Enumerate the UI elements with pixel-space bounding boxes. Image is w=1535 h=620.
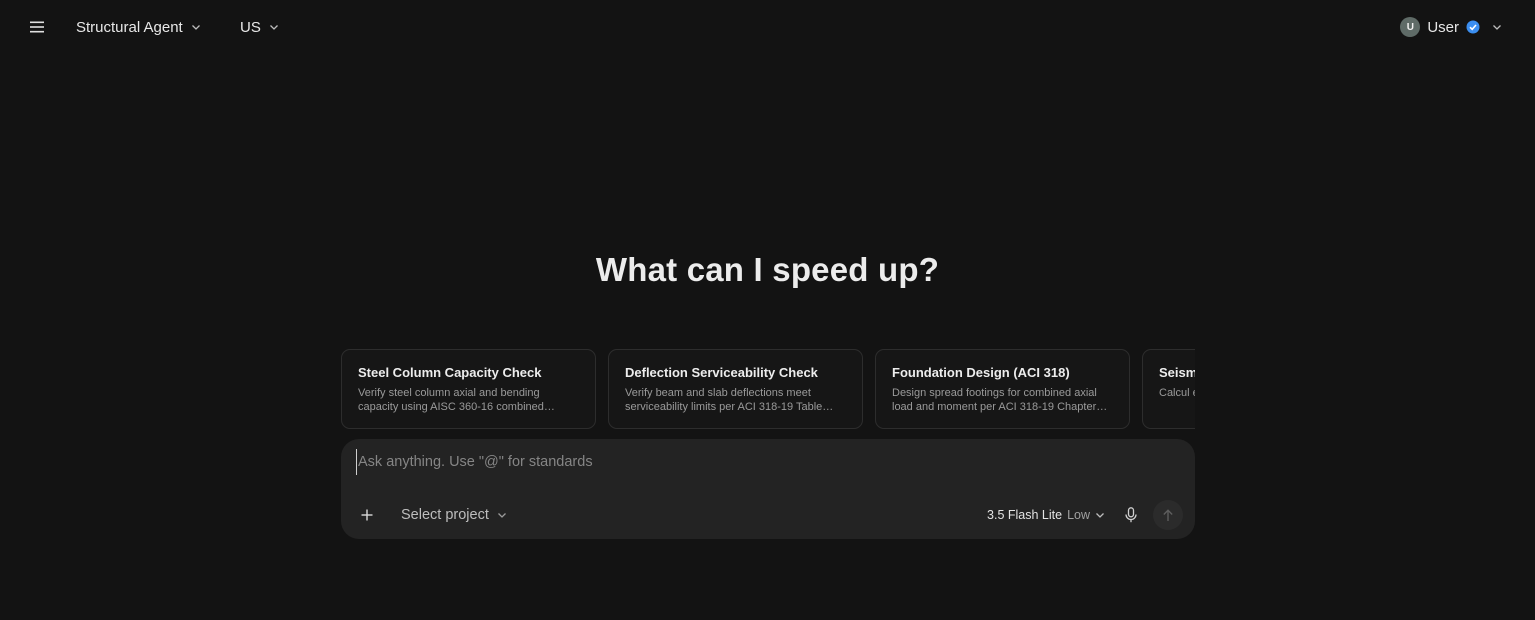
chevron-down-icon	[191, 25, 200, 30]
suggestion-card-deflection[interactable]: Deflection Serviceability Check Verify b…	[608, 349, 863, 429]
chevron-down-icon	[269, 25, 278, 30]
chat-composer: Select project 3.5 Flash Lite Low	[341, 439, 1195, 539]
project-selector[interactable]: Select project	[401, 504, 507, 526]
arrow-up-icon	[1163, 508, 1173, 521]
model-name: 3.5 Flash Lite	[987, 508, 1063, 522]
model-selector[interactable]: 3.5 Flash Lite Low	[987, 504, 1105, 526]
suggestion-card-title: Steel Column Capacity Check	[358, 365, 542, 380]
suggestion-card-seismic[interactable]: Seism Calcul equiva	[1142, 349, 1195, 429]
suggestion-card-description: Verify beam and slab deflections meet se…	[625, 387, 834, 413]
suggestion-card-title: Deflection Serviceability Check	[625, 365, 818, 380]
chevron-down-icon	[1493, 25, 1501, 30]
voice-input-button[interactable]	[1120, 504, 1142, 526]
add-attachment-button[interactable]	[357, 505, 377, 525]
suggestion-card-description: Verify steel column axial and bending ca…	[358, 387, 555, 413]
page-heading: What can I speed up?	[595, 251, 940, 288]
menu-button[interactable]	[26, 15, 48, 39]
suggestion-card-foundation[interactable]: Foundation Design (ACI 318) Design sprea…	[875, 349, 1130, 429]
verified-badge-icon	[1466, 20, 1480, 34]
hamburger-menu-icon	[30, 21, 44, 33]
agent-selector-label: Structural Agent	[76, 18, 183, 36]
chat-input[interactable]	[356, 449, 1156, 475]
avatar: U	[1400, 17, 1421, 37]
send-button[interactable]	[1153, 500, 1183, 530]
region-selector[interactable]: US	[240, 16, 279, 38]
suggestion-card-title: Seism	[1159, 365, 1195, 380]
suggestion-card-description: Design spread footings for combined axia…	[892, 387, 1108, 413]
chevron-down-icon	[497, 513, 506, 518]
suggestion-carousel[interactable]: Steel Column Capacity Check Verify steel…	[341, 349, 1195, 430]
model-effort-level: Low	[1067, 508, 1090, 522]
user-menu[interactable]: U User	[1400, 16, 1502, 38]
microphone-icon	[1125, 507, 1137, 523]
suggestion-card-steel-column[interactable]: Steel Column Capacity Check Verify steel…	[341, 349, 596, 429]
agent-selector[interactable]: Structural Agent	[76, 16, 201, 38]
project-selector-label: Select project	[401, 507, 489, 523]
chevron-down-icon	[1096, 513, 1104, 518]
plus-icon	[361, 509, 373, 521]
suggestion-card-title: Foundation Design (ACI 318)	[892, 365, 1070, 380]
user-name: User	[1427, 18, 1459, 36]
suggestion-card-description: Calcul equiva	[1159, 387, 1195, 399]
top-bar: Structural Agent US U User	[0, 0, 1535, 54]
region-selector-label: US	[240, 18, 261, 36]
